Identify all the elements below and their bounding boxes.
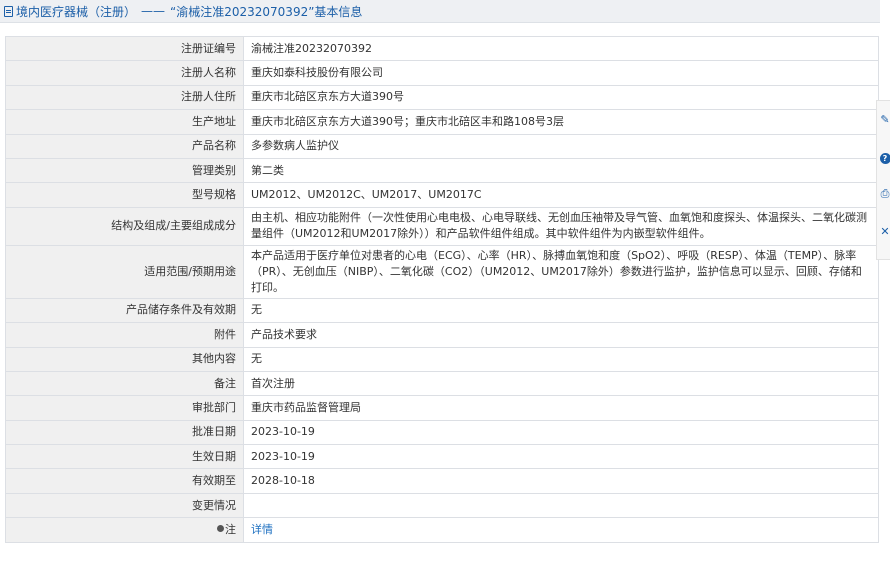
row-label: 产品储存条件及有效期 xyxy=(5,297,244,324)
table-row: 结构及组成/主要组成成分 由主机、相应功能附件（一次性使用心电电极、心电导联线、… xyxy=(5,206,879,246)
info-table: 注册证编号 渝械注准20232070392 注册人名称 重庆如泰科技股份有限公司… xyxy=(5,35,879,543)
row-value: 无 xyxy=(243,297,879,324)
table-row: 生产地址 重庆市北碚区京东方大道390号；重庆市北碚区丰和路108号3层 xyxy=(5,109,879,135)
table-row: 注册证编号 渝械注准20232070392 xyxy=(5,35,879,62)
details-link[interactable]: 详情 xyxy=(251,523,273,536)
table-row: 生效日期 2023-10-19 xyxy=(5,444,879,470)
table-row: 有效期至 2028-10-18 xyxy=(5,468,879,494)
row-label: 产品名称 xyxy=(5,133,244,159)
table-row: 管理类别 第二类 xyxy=(5,157,879,184)
row-label: 附件 xyxy=(5,322,244,348)
row-value: UM2012、UM2012C、UM2017、UM2017C xyxy=(243,182,879,208)
row-value xyxy=(243,492,879,519)
row-label: 适用范围/预期用途 xyxy=(5,244,244,299)
table-row: 型号规格 UM2012、UM2012C、UM2017、UM2017C xyxy=(5,182,879,208)
row-value: 2028-10-18 xyxy=(243,468,879,494)
table-row: 备注 首次注册 xyxy=(5,370,879,397)
row-label: 生产地址 xyxy=(5,109,244,135)
row-value: 第二类 xyxy=(243,157,879,184)
row-label: 备注 xyxy=(5,370,244,397)
table-row: 注册人名称 重庆如泰科技股份有限公司 xyxy=(5,60,879,86)
table-row: 注 详情 xyxy=(5,517,879,543)
row-value: 多参数病人监护仪 xyxy=(243,133,879,159)
help-icon: ? xyxy=(879,152,890,164)
help-icon-button[interactable]: ? xyxy=(879,151,890,165)
table-row: 其他内容 无 xyxy=(5,346,879,372)
row-label: 注册证编号 xyxy=(5,35,244,62)
document-icon xyxy=(4,5,13,17)
table-row: 批准日期 2023-10-19 xyxy=(5,419,879,446)
row-value: 重庆市药品监督管理局 xyxy=(243,395,879,421)
page-title: “渝械注准20232070392”基本信息 xyxy=(170,4,363,19)
row-label: 生效日期 xyxy=(5,444,244,470)
row-value: 渝械注准20232070392 xyxy=(243,35,879,62)
row-label: 管理类别 xyxy=(5,157,244,184)
side-toolbar: ✎ ? ⎙ ✕ xyxy=(876,100,890,260)
row-value: 无 xyxy=(243,346,879,372)
print-icon[interactable]: ⎙ xyxy=(879,187,890,201)
row-value: 产品技术要求 xyxy=(243,322,879,348)
row-label: 注册人住所 xyxy=(5,84,244,111)
note-label: 注 xyxy=(225,522,236,536)
table-row: 适用范围/预期用途 本产品适用于医疗单位对患者的心电（ECG）、心率（HR）、脉… xyxy=(5,244,879,299)
table-row: 变更情况 xyxy=(5,492,879,519)
page-header: 境内医疗器械（注册） —— “渝械注准20232070392”基本信息 xyxy=(0,0,880,23)
row-value: 本产品适用于医疗单位对患者的心电（ECG）、心率（HR）、脉搏血氧饱和度（SpO… xyxy=(243,244,879,299)
header-separator: —— xyxy=(141,4,166,18)
note-value-cell: 详情 xyxy=(243,517,879,543)
row-label: 有效期至 xyxy=(5,468,244,494)
table-row: 附件 产品技术要求 xyxy=(5,322,879,348)
row-value: 2023-10-19 xyxy=(243,444,879,470)
row-label: 结构及组成/主要组成成分 xyxy=(5,206,244,246)
close-icon[interactable]: ✕ xyxy=(879,224,890,238)
row-value: 首次注册 xyxy=(243,370,879,397)
row-label: 其他内容 xyxy=(5,346,244,372)
row-label: 批准日期 xyxy=(5,419,244,446)
row-value: 重庆市北碚区京东方大道390号 xyxy=(243,84,879,111)
table-row: 产品名称 多参数病人监护仪 xyxy=(5,133,879,159)
table-row: 注册人住所 重庆市北碚区京东方大道390号 xyxy=(5,84,879,111)
table-row: 产品储存条件及有效期 无 xyxy=(5,297,879,324)
note-label-cell: 注 xyxy=(5,517,244,543)
row-value: 重庆如泰科技股份有限公司 xyxy=(243,60,879,86)
pin-icon xyxy=(217,525,224,533)
edit-icon[interactable]: ✎ xyxy=(879,112,890,126)
row-value: 重庆市北碚区京东方大道390号；重庆市北碚区丰和路108号3层 xyxy=(243,109,879,135)
row-value: 由主机、相应功能附件（一次性使用心电电极、心电导联线、无创血压袖带及导气管、血氧… xyxy=(243,206,879,246)
row-label: 注册人名称 xyxy=(5,60,244,86)
row-value: 2023-10-19 xyxy=(243,419,879,446)
row-label: 型号规格 xyxy=(5,182,244,208)
table-row: 审批部门 重庆市药品监督管理局 xyxy=(5,395,879,421)
header-prefix: 境内医疗器械（注册） xyxy=(16,4,137,19)
row-label: 变更情况 xyxy=(5,492,244,519)
row-label: 审批部门 xyxy=(5,395,244,421)
